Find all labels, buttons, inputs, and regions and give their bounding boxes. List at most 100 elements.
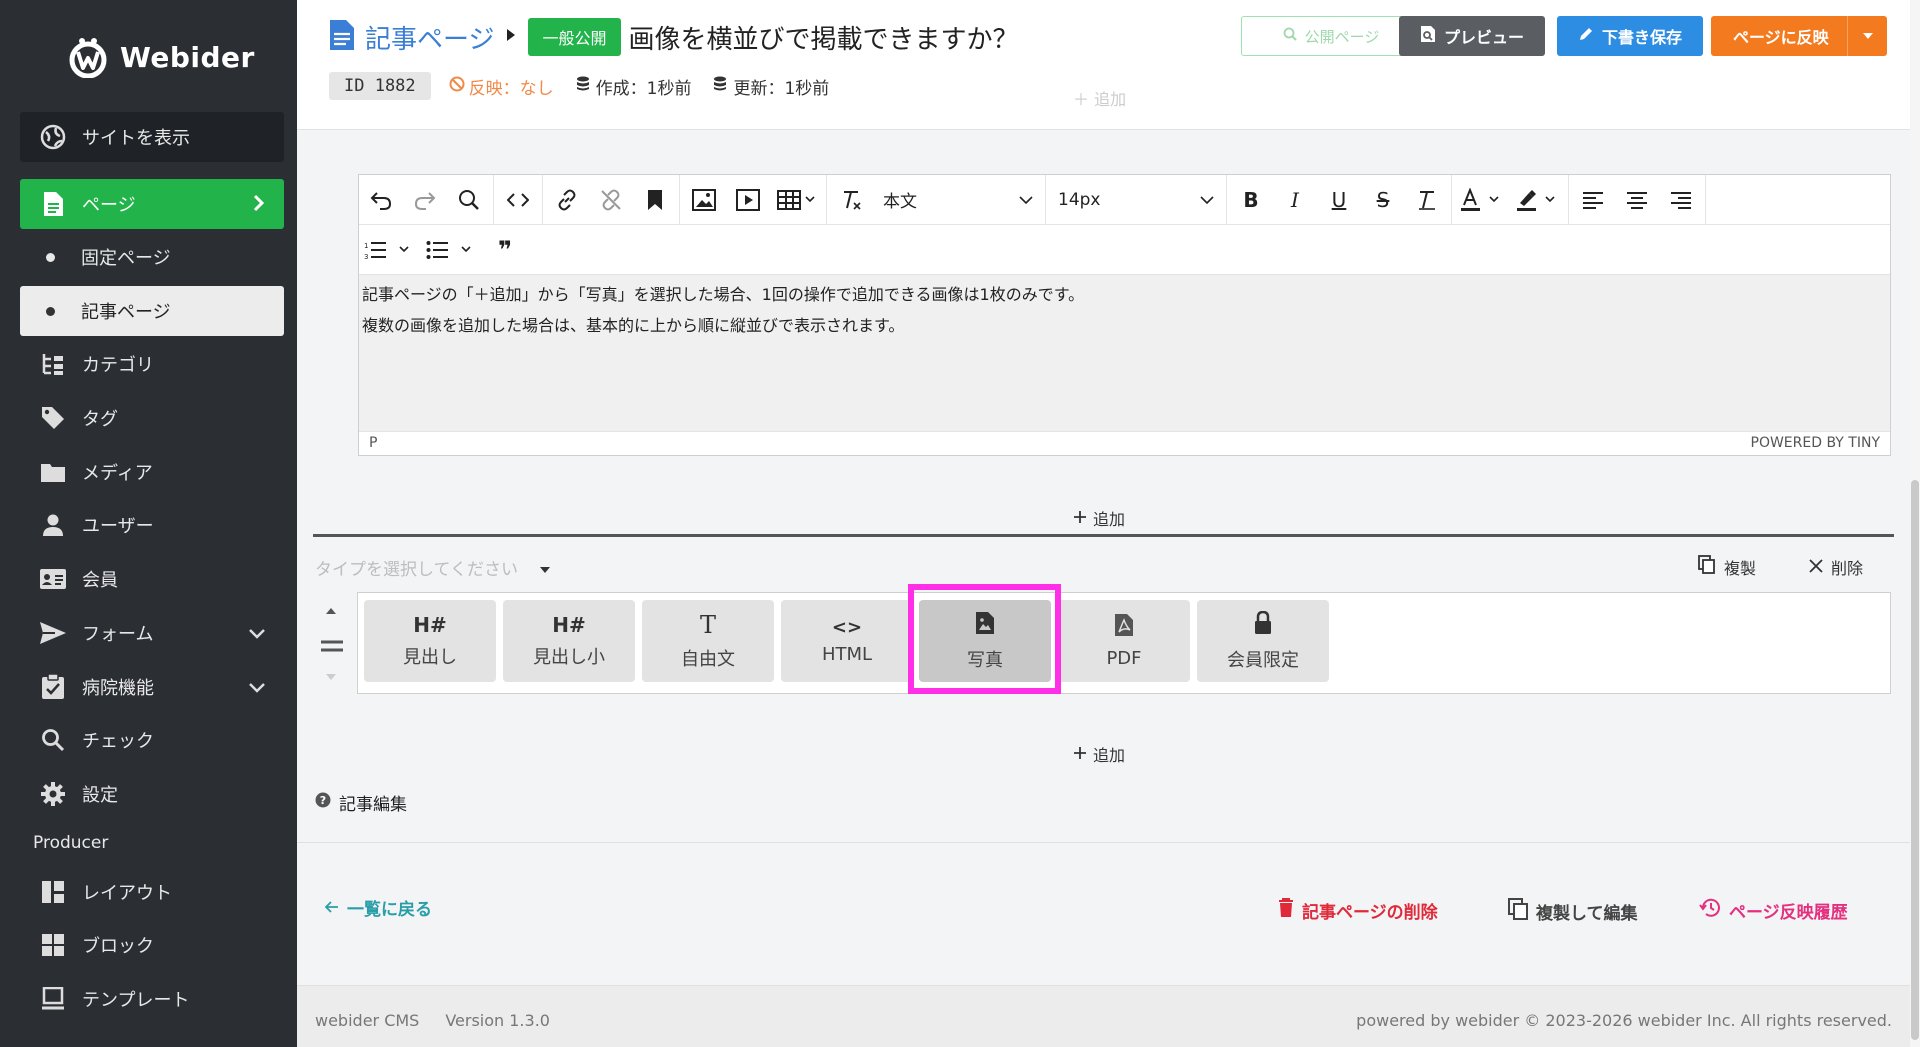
link-icon[interactable] — [545, 180, 589, 220]
type-subheading-button[interactable]: H# 見出し小 — [503, 600, 635, 682]
type-label: 見出し小 — [533, 647, 605, 668]
rich-text-editor: 本文 14px B I U S 1 3 ❞ 記事ページの「＋追加」から「写真」を… — [358, 174, 1891, 456]
scrollbar[interactable] — [1910, 0, 1920, 1047]
gear-icon — [38, 779, 68, 809]
chevron-down-icon — [1019, 190, 1033, 210]
sidebar-item-page[interactable]: ページ — [20, 179, 284, 229]
block-format-value: 本文 — [883, 192, 917, 212]
sidebar-item-check[interactable]: チェック — [20, 715, 284, 765]
preview-icon — [1420, 25, 1436, 47]
type-members-only-button[interactable]: 会員限定 — [1197, 600, 1329, 682]
table-icon[interactable] — [770, 180, 824, 220]
caret-down-icon[interactable] — [1847, 16, 1887, 56]
reflect-page-label: ページに反映 — [1733, 28, 1829, 47]
blockquote-icon[interactable]: ❞ — [483, 230, 527, 270]
font-size-value: 14px — [1058, 189, 1101, 210]
sidebar-item-tag[interactable]: タグ — [20, 393, 284, 443]
svg-text:?: ? — [320, 794, 326, 807]
sidebar-item-label: 固定ページ — [81, 248, 171, 269]
sidebar-item-settings[interactable]: 設定 — [20, 769, 284, 819]
sidebar-item-fixed-page[interactable]: 固定ページ — [20, 232, 284, 282]
align-left-icon[interactable] — [1571, 180, 1615, 220]
sidebar-item-article-page[interactable]: 記事ページ — [20, 286, 284, 336]
svg-text:3: 3 — [364, 253, 368, 260]
chevron-down-icon[interactable] — [248, 625, 266, 646]
pdf-icon — [1114, 613, 1134, 642]
numbered-list-icon[interactable]: 13 — [359, 230, 421, 270]
highlight-color-icon[interactable] — [1510, 180, 1566, 220]
reflect-status: 反映：なし — [449, 74, 554, 99]
bullet-icon — [46, 252, 55, 262]
heading-icon: H# — [552, 613, 586, 637]
add-block-button[interactable]: 追加 — [1073, 506, 1125, 530]
public-page-button[interactable]: 公開ページ — [1241, 16, 1421, 56]
tag-icon — [38, 403, 68, 433]
sidebar-item-hospital[interactable]: 病院機能 — [20, 662, 284, 712]
strikethrough-icon[interactable]: S — [1361, 180, 1405, 220]
chevron-down-icon — [1200, 190, 1214, 210]
powered-by-tiny[interactable]: POWERED BY TINY — [1751, 435, 1881, 451]
help-section[interactable]: ? 記事編集 — [315, 790, 407, 815]
type-html-button[interactable]: <> HTML — [781, 600, 913, 682]
align-right-icon[interactable] — [1659, 180, 1703, 220]
grid-icon — [38, 930, 68, 960]
bold-icon[interactable]: B — [1229, 180, 1273, 220]
block-format-select[interactable]: 本文 — [873, 180, 1043, 220]
scroll-thumb[interactable] — [1911, 480, 1919, 1040]
type-heading-button[interactable]: H# 見出し — [364, 600, 496, 682]
sidebar-item-layout[interactable]: レイアウト — [20, 867, 284, 917]
logo[interactable]: Webider — [66, 36, 255, 79]
back-to-list-link[interactable]: 一覧に戻る — [324, 895, 432, 920]
sidebar-item-member[interactable]: 会員 — [20, 554, 284, 604]
sidebar-item-form[interactable]: フォーム — [20, 608, 284, 658]
save-draft-button[interactable]: 下書き保存 — [1557, 16, 1703, 56]
type-pdf-button[interactable]: PDF — [1058, 600, 1190, 682]
sidebar-item-label: ページ — [82, 195, 136, 216]
bullet-icon — [46, 306, 55, 316]
duplicate-block-button[interactable]: 複製 — [1698, 555, 1756, 579]
align-center-icon[interactable] — [1615, 180, 1659, 220]
bullet-list-icon[interactable] — [421, 230, 483, 270]
reflect-history-button[interactable]: ページ反映履歴 — [1699, 898, 1848, 923]
ghost-add-link: ＋ 追加 — [1073, 90, 1127, 109]
clear-format-icon[interactable] — [829, 180, 873, 220]
breadcrumb[interactable]: 記事ページ — [365, 19, 494, 56]
reflect-page-button[interactable]: ページに反映 — [1711, 16, 1887, 56]
source-code-icon[interactable] — [496, 180, 540, 220]
font-size-select[interactable]: 14px — [1048, 180, 1224, 220]
preview-button[interactable]: プレビュー — [1399, 16, 1545, 56]
public-page-label: 公開ページ — [1304, 27, 1380, 46]
view-site-button[interactable]: サイトを表示 — [20, 112, 284, 162]
sidebar-item-block[interactable]: ブロック — [20, 920, 284, 970]
find-icon[interactable] — [447, 180, 491, 220]
sidebar-item-category[interactable]: カテゴリ — [20, 339, 284, 389]
italic-icon[interactable]: I — [1273, 180, 1317, 220]
element-path[interactable]: P — [369, 435, 377, 451]
media-icon[interactable] — [726, 180, 770, 220]
underline-icon[interactable]: U — [1317, 180, 1361, 220]
add-block-button[interactable]: 追加 — [1073, 742, 1125, 766]
editor-content[interactable]: 記事ページの「＋追加」から「写真」を選択した場合、1回の操作で追加できる画像は1… — [359, 275, 1890, 431]
remove-format-icon[interactable] — [1405, 180, 1449, 220]
sidebar-item-media[interactable]: メディア — [20, 447, 284, 497]
text-color-icon[interactable] — [1454, 180, 1510, 220]
duplicate-edit-button[interactable]: 複製して編集 — [1508, 898, 1638, 925]
updated-text: 更新：1秒前 — [733, 78, 830, 99]
redo-icon[interactable] — [403, 180, 447, 220]
type-select[interactable]: タイプを選択してください — [315, 555, 550, 580]
image-icon[interactable] — [682, 180, 726, 220]
bookmark-icon[interactable] — [633, 180, 677, 220]
sidebar-item-template[interactable]: テンプレート — [20, 974, 284, 1024]
id-badge: ID 1882 — [329, 72, 431, 100]
delete-label: 削除 — [1831, 559, 1864, 578]
undo-icon[interactable] — [359, 180, 403, 220]
unlink-icon[interactable] — [589, 180, 633, 220]
meta-row: ID 1882 反映：なし 作成：1秒前 更新：1秒前 — [329, 72, 829, 100]
block-type-picker: H# 見出し H# 見出し小 T 自由文 <> HTML 写真 PDF 会員限定 — [357, 592, 1891, 694]
delete-block-button[interactable]: 削除 — [1809, 555, 1863, 579]
sidebar-item-user[interactable]: ユーザー — [20, 500, 284, 550]
created-meta: 作成：1秒前 — [576, 74, 691, 99]
delete-page-button[interactable]: 記事ページの削除 — [1278, 898, 1438, 923]
chevron-down-icon[interactable] — [248, 679, 266, 700]
type-freetext-button[interactable]: T 自由文 — [642, 600, 774, 682]
